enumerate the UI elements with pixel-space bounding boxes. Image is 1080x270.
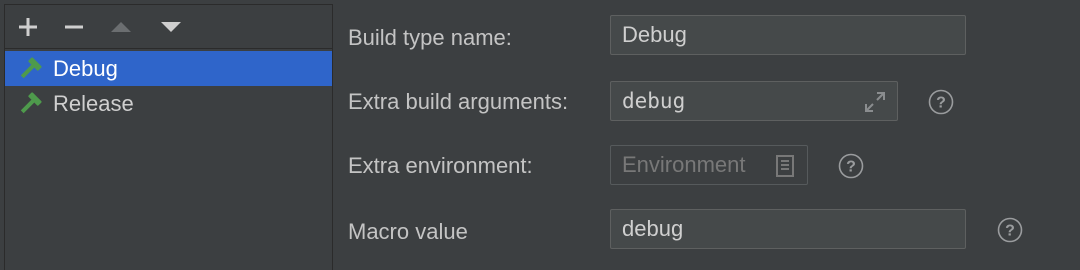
remove-button[interactable]: [61, 15, 87, 39]
extra-build-arguments-value: debug: [622, 89, 686, 113]
add-button[interactable]: [15, 15, 41, 39]
macro-value-label: Macro value: [348, 219, 468, 244]
extra-environment-label: Extra environment:: [348, 153, 533, 178]
list-item-label: Release: [53, 91, 134, 116]
hammer-icon: [20, 57, 42, 79]
build-type-name-field[interactable]: Debug: [610, 15, 966, 55]
question-circle-icon[interactable]: ?: [838, 153, 864, 179]
list-item-release[interactable]: Release: [5, 86, 332, 121]
question-circle-icon[interactable]: ?: [928, 89, 954, 115]
triangle-up-icon: [111, 22, 131, 32]
macro-value-value: debug: [622, 216, 684, 241]
hammer-icon: [20, 92, 42, 114]
question-circle-icon[interactable]: ?: [997, 217, 1023, 243]
expand-icon[interactable]: [863, 90, 887, 114]
build-types-panel: Debug Release: [4, 4, 333, 270]
svg-text:?: ?: [936, 95, 946, 112]
build-type-list: Debug Release: [5, 51, 332, 121]
extra-environment-field[interactable]: Environment: [610, 145, 808, 185]
build-type-name-value: Debug: [622, 22, 687, 47]
minus-icon: [65, 25, 83, 29]
build-types-dialog: Debug Release Build type name: Debug Ext…: [0, 0, 1080, 270]
svg-text:?: ?: [1005, 223, 1015, 240]
document-icon[interactable]: [773, 154, 797, 178]
extra-build-arguments-label: Extra build arguments:: [348, 89, 569, 114]
extra-environment-placeholder: Environment: [622, 152, 746, 177]
triangle-down-icon: [161, 22, 181, 32]
list-item-debug[interactable]: Debug: [5, 51, 332, 86]
list-item-label: Debug: [53, 56, 118, 81]
svg-text:?: ?: [846, 159, 856, 176]
build-type-name-label: Build type name:: [348, 25, 512, 50]
plus-icon: [19, 18, 37, 36]
move-up-button[interactable]: [108, 15, 134, 39]
macro-value-field[interactable]: debug: [610, 209, 966, 249]
list-toolbar: [5, 5, 332, 49]
extra-build-arguments-field[interactable]: debug: [610, 81, 898, 121]
move-down-button[interactable]: [158, 15, 184, 39]
